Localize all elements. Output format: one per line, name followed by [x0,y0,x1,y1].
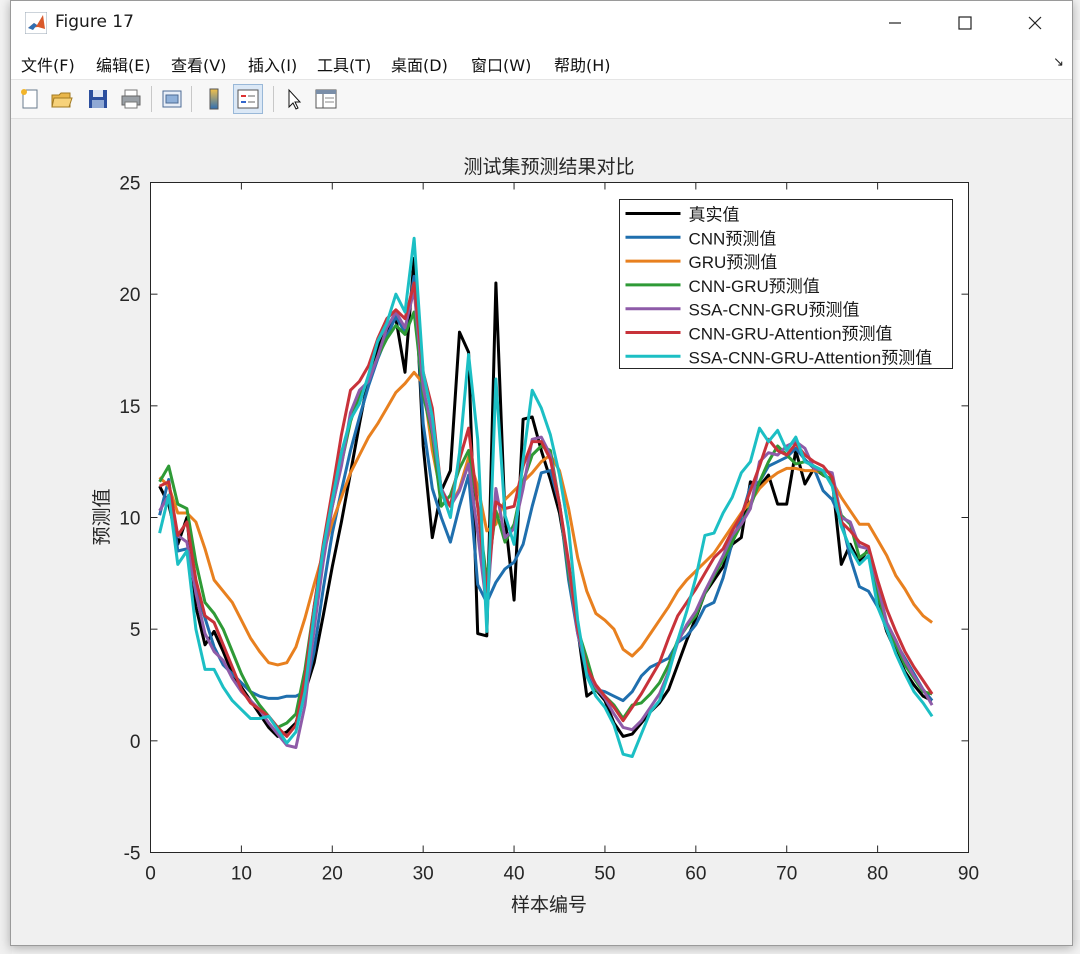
x-tick-label: 40 [503,864,524,885]
legend-label-2: GRU预测值 [689,253,778,272]
menu-view[interactable]: 查看(V) [171,52,226,76]
x-tick-label: 60 [685,864,706,885]
chart-title: 测试集预测结果对比 [463,156,634,178]
x-tick-label: 10 [231,864,252,885]
legend[interactable]: 真实值 CNN预测值 GRU预测值 CNN-GRU预测值 SSA-CNN-GRU预测值 C… [619,199,953,369]
y-tick-label: 20 [119,285,140,306]
legend-label-0: 真实值 [689,206,740,225]
x-tick-label: 70 [776,864,797,885]
print-icon[interactable] [116,84,146,114]
legend-label-3: CNN-GRU预测值 [689,277,820,296]
minimize-button[interactable] [860,1,930,45]
maximize-icon [958,16,972,30]
minimize-icon [889,22,901,24]
x-tick-label: 80 [867,864,888,885]
legend-icon[interactable] [233,84,263,114]
menu-bar: 文件(F) 编辑(E) 查看(V) 插入(I) 工具(T) 桌面(D) 窗口(W… [11,45,1072,80]
menu-file[interactable]: 文件(F) [21,52,75,76]
legend-label-4: SSA-CNN-GRU预测值 [689,301,860,320]
menu-desktop[interactable]: 桌面(D) [391,52,448,76]
title-bar[interactable]: Figure 17 [11,1,1072,45]
menu-tools[interactable]: 工具(T) [317,52,371,76]
legend-label-5: CNN-GRU-Attention预测值 [689,325,893,344]
legend-label-6: SSA-CNN-GRU-Attention预测值 [689,348,933,367]
matlab-icon [24,11,48,35]
property-editor-icon[interactable] [311,84,341,114]
y-axis-label: 预测值 [91,488,113,545]
line-chart[interactable]: 测试集预测结果对比 0 10 20 30 40 50 60 70 80 90-5051015202… [11,119,1072,945]
y-tick-label: 15 [119,397,140,418]
pointer-icon[interactable] [279,84,309,114]
y-tick-label: 10 [119,509,140,530]
menu-window[interactable]: 窗口(W) [471,52,531,76]
window-title: Figure 17 [55,12,134,32]
close-icon [1028,16,1042,30]
menu-insert[interactable]: 插入(I) [248,52,297,76]
toolbar-separator [191,86,192,112]
toolbar-separator [151,86,152,112]
maximize-button[interactable] [930,1,1000,45]
x-tick-label: 20 [322,864,343,885]
close-button[interactable] [1000,1,1070,45]
colorbar-icon[interactable] [199,84,229,114]
x-tick-label: 0 [145,864,156,885]
legend-label-1: CNN预测值 [689,229,777,248]
menu-edit[interactable]: 编辑(E) [96,52,151,76]
figure-canvas: 测试集预测结果对比 0 10 20 30 40 50 60 70 80 90 -5 0 5 10 15 20 2… [11,119,1072,945]
save-icon[interactable] [83,84,113,114]
x-tick-label: 90 [958,864,979,885]
figure-window: Figure 17 文件(F) 编辑(E) 查看(V) 插入(I) 工具(T) … [10,0,1073,946]
y-tick-label: -5 [124,844,141,865]
new-figure-icon[interactable] [15,84,45,114]
print-preview-icon[interactable] [157,84,187,114]
menu-help[interactable]: 帮助(H) [554,52,611,76]
toolbar [11,80,1072,119]
x-tick-label: 50 [594,864,615,885]
menu-overflow-arrow-icon[interactable]: ↘ [1053,55,1064,70]
y-tick-label: 5 [130,620,141,641]
y-tick-label: 25 [119,174,140,195]
toolbar-separator [273,86,274,112]
x-tick-label: 30 [413,864,434,885]
y-tick-label: 0 [130,732,141,753]
open-file-icon[interactable] [47,84,77,114]
x-axis-label: 样本编号 [511,894,587,916]
